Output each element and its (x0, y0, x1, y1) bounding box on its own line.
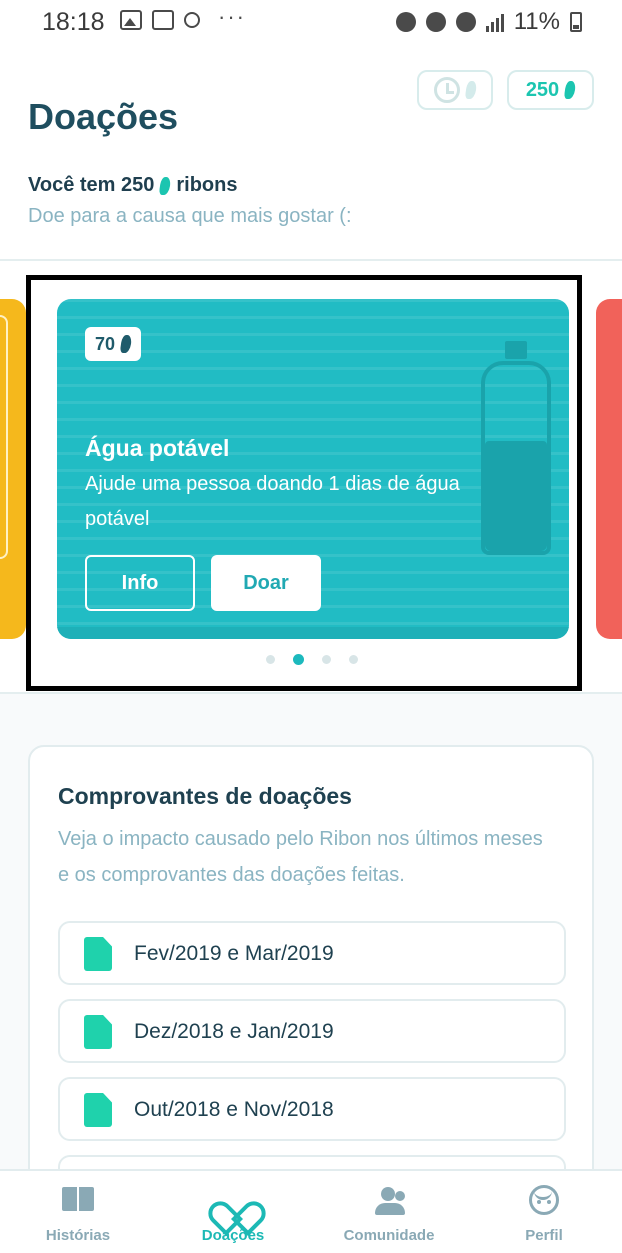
nav-doacoes[interactable]: Doações (173, 1171, 293, 1253)
document-icon (84, 1093, 112, 1127)
signal-icon (485, 12, 504, 32)
ribbon-icon (464, 81, 478, 99)
battery-icon (570, 12, 582, 32)
balance-summary-suffix: ribons (176, 174, 238, 196)
clock-icon (434, 77, 460, 103)
nav-label: Perfil (525, 1227, 563, 1244)
image-notification-icon (120, 10, 142, 30)
page-title: Doações (28, 96, 179, 137)
more-notifications-icon: ··· (218, 4, 246, 29)
book-icon (61, 1185, 95, 1215)
mute-icon (425, 12, 446, 32)
carousel-dot-active[interactable] (293, 654, 304, 665)
people-icon (372, 1185, 406, 1215)
carousel-dot[interactable] (266, 655, 275, 664)
cause-card-next[interactable] (596, 299, 622, 639)
receipt-item[interactable]: Fev/2019 e Mar/2019 (58, 921, 566, 985)
nav-label: Histórias (45, 1227, 111, 1244)
receipt-item[interactable]: Dez/2018 e Jan/2019 (58, 999, 566, 1063)
receipts-description: Veja o impacto causado pelo Ribon nos úl… (58, 828, 543, 886)
receipts-title: Comprovantes de doações (58, 783, 352, 809)
alarm-icon (395, 12, 416, 32)
heart-icon (216, 1185, 246, 1213)
highlight-frame (26, 275, 582, 691)
nav-label: Comunidade (343, 1227, 435, 1244)
face-icon (529, 1185, 559, 1215)
notification-icons: ··· (120, 4, 246, 30)
balance-button[interactable]: 250 (507, 70, 594, 110)
cause-carousel[interactable]: 70 Água potável Ajude uma pessoa doando … (0, 259, 622, 694)
receipt-label: Out/2018 e Nov/2018 (134, 1098, 334, 1121)
wifi-icon (455, 12, 476, 32)
history-button[interactable] (417, 70, 493, 110)
mail-notification-icon (152, 10, 174, 30)
bottom-nav: Histórias Doações Comunidade Perfil (0, 1169, 622, 1253)
receipt-item[interactable]: Out/2018 e Nov/2018 (58, 1077, 566, 1141)
receipt-label: Fev/2019 e Mar/2019 (134, 942, 334, 965)
cause-card-previous[interactable] (0, 299, 26, 639)
nav-perfil[interactable]: Perfil (484, 1171, 604, 1253)
carousel-dot[interactable] (349, 655, 358, 664)
nav-comunidade[interactable]: Comunidade (329, 1171, 449, 1253)
nav-label: Doações (201, 1227, 265, 1244)
nav-historias[interactable]: Histórias (18, 1171, 138, 1253)
system-icons: 11% (395, 8, 582, 36)
ribbon-icon (563, 81, 577, 99)
balance-summary: Você tem 250 ribons (28, 174, 238, 197)
balance-summary-prefix: Você tem 250 (28, 174, 155, 196)
status-time: 18:18 (42, 8, 105, 36)
status-bar: 18:18 ··· 11% (0, 0, 622, 44)
carousel-dot[interactable] (322, 655, 331, 664)
document-icon (84, 937, 112, 971)
receipt-label: Dez/2018 e Jan/2019 (134, 1020, 334, 1043)
receipts-card: Comprovantes de doações Veja o impacto c… (28, 745, 594, 1205)
battery-percent: 11% (513, 8, 560, 35)
carousel-pagination (0, 654, 622, 665)
page-subtitle: Doe para a causa que mais gostar (: (28, 205, 352, 227)
document-icon (84, 1015, 112, 1049)
ribbon-icon (159, 176, 172, 195)
alarm-notification-icon (184, 12, 200, 28)
balance-value: 250 (525, 78, 560, 101)
